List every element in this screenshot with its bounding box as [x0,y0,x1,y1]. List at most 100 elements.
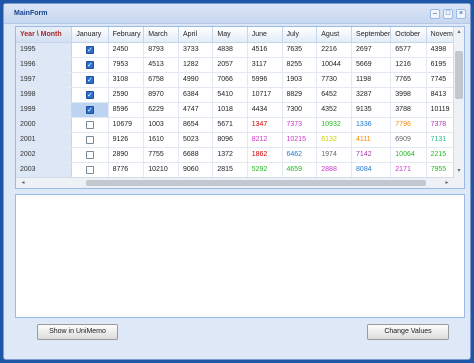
vertical-scroll-thumb[interactable] [455,51,463,99]
january-checkbox-cell[interactable]: ✓ [71,42,109,58]
table-row[interactable]: 1995 ✓ 2450 8793 3733 4838 4516 7635 2216 2697 657… [16,42,464,58]
grid-cell[interactable]: 7796 [390,117,427,133]
column-header[interactable]: June [247,27,283,43]
grid-cell[interactable]: 6758 [143,72,180,88]
grid-cell[interactable]: 8255 [282,57,318,73]
table-row[interactable]: 2000 10679 1003 8654 5671 1347 7373 10932 1336 77… [16,117,464,133]
unchecked-checkbox[interactable] [85,165,94,174]
unchecked-checkbox[interactable] [85,150,94,159]
grid-cell[interactable]: 1862 [247,147,283,163]
grid-cell[interactable]: 5023 [178,132,214,148]
horizontal-scroll-thumb[interactable] [86,180,426,186]
checked-checkbox[interactable]: ✓ [85,105,94,114]
grid-cell[interactable]: 1336 [351,117,392,133]
grid-cell[interactable]: 6452 [316,87,353,103]
grid-cell[interactable]: 1018 [212,102,248,118]
show-in-unimemo-button[interactable]: Show in UniMemo [37,324,118,340]
grid-cell[interactable]: 4747 [178,102,214,118]
row-year-header[interactable]: 1996 [16,57,73,73]
table-row[interactable]: 2002 2890 7755 6688 1372 1862 6462 1974 7142 1006… [16,147,464,163]
grid-cell[interactable]: 7765 [390,72,427,88]
grid-cell[interactable]: 1003 [143,117,180,133]
column-header[interactable]: Agust [316,27,353,43]
january-checkbox-cell[interactable]: ✓ [71,57,109,73]
grid-cell[interactable]: 10932 [316,117,353,133]
grid-cell[interactable]: 8096 [212,132,248,148]
grid-cell[interactable]: 10717 [247,87,283,103]
scroll-right-arrow-icon[interactable]: ▸ [442,178,452,188]
january-checkbox-cell[interactable] [71,117,109,133]
grid-cell[interactable]: 2450 [108,42,145,58]
grid-cell[interactable]: 1903 [282,72,318,88]
close-button[interactable]: × [456,9,466,19]
january-checkbox-cell[interactable]: ✓ [71,72,109,88]
row-year-header[interactable]: 2003 [16,162,73,178]
checked-checkbox[interactable]: ✓ [85,75,94,84]
unchecked-checkbox[interactable] [85,120,94,129]
scroll-left-arrow-icon[interactable]: ◂ [18,178,28,188]
grid-cell[interactable]: 8084 [351,162,392,178]
grid-cell[interactable]: 4513 [143,57,180,73]
grid-cell[interactable]: 2890 [108,147,145,163]
scroll-up-arrow-icon[interactable]: ▴ [454,27,464,38]
grid-cell[interactable]: 4516 [247,42,283,58]
row-year-header[interactable]: 2001 [16,132,73,148]
grid-cell[interactable]: 6132 [316,132,353,148]
vertical-scrollbar[interactable]: ▴ ▾ [453,27,464,188]
grid-cell[interactable]: 7373 [282,117,318,133]
grid-cell[interactable]: 7730 [316,72,353,88]
grid-cell[interactable]: 4838 [212,42,248,58]
grid-cell[interactable]: 8776 [108,162,145,178]
grid-cell[interactable]: 5669 [351,57,392,73]
grid-cell[interactable]: 4990 [178,72,214,88]
grid-cell[interactable]: 10044 [316,57,353,73]
january-checkbox-cell[interactable] [71,132,109,148]
grid-cell[interactable]: 2888 [316,162,353,178]
unchecked-checkbox[interactable] [85,135,94,144]
grid-cell[interactable]: 6909 [390,132,427,148]
row-year-header[interactable]: 1998 [16,87,73,103]
grid-cell[interactable]: 8970 [143,87,180,103]
maximize-button[interactable]: □ [443,9,453,19]
grid-cell[interactable]: 6462 [282,147,318,163]
grid-cell[interactable]: 1347 [247,117,283,133]
grid-cell[interactable]: 8654 [178,117,214,133]
table-row[interactable]: 1998 ✓ 2590 8970 6384 5410 10717 8829 6452 3287 39… [16,87,464,103]
grid-cell[interactable]: 2815 [212,162,248,178]
grid-cell[interactable]: 5996 [247,72,283,88]
table-row[interactable]: 1999 ✓ 8596 6229 4747 1018 4434 7300 4352 9135 378… [16,102,464,118]
grid-cell[interactable]: 2590 [108,87,145,103]
grid-cell[interactable]: 9060 [178,162,214,178]
grid-cell[interactable]: 5292 [247,162,283,178]
grid-cell[interactable]: 7300 [282,102,318,118]
column-header[interactable]: February [108,27,145,43]
grid-cell[interactable]: 7755 [143,147,180,163]
grid-cell[interactable]: 2171 [390,162,427,178]
change-values-button[interactable]: Change Values [367,324,449,340]
grid-cell[interactable]: 4659 [282,162,318,178]
grid-cell[interactable]: 9135 [351,102,392,118]
grid-cell[interactable]: 5410 [212,87,248,103]
grid-cell[interactable]: 6229 [143,102,180,118]
grid-cell[interactable]: 10679 [108,117,145,133]
grid-cell[interactable]: 10064 [390,147,427,163]
grid-cell[interactable]: 8596 [108,102,145,118]
grid-cell[interactable]: 3287 [351,87,392,103]
grid-cell[interactable]: 4352 [316,102,353,118]
grid-cell[interactable]: 10210 [143,162,180,178]
table-row[interactable]: 1996 ✓ 7953 4513 1282 2057 3117 8255 10044 5669 12… [16,57,464,73]
year-month-grid[interactable]: Year \ Month January February March April Ma… [15,26,465,189]
grid-cell[interactable]: 1282 [178,57,214,73]
grid-cell[interactable]: 3788 [390,102,427,118]
column-header[interactable]: March [143,27,180,43]
january-checkbox-cell[interactable] [71,162,109,178]
grid-cell[interactable]: 5671 [212,117,248,133]
scroll-down-arrow-icon[interactable]: ▾ [454,166,464,177]
grid-cell[interactable]: 8829 [282,87,318,103]
column-header[interactable]: September [351,27,392,43]
grid-cell[interactable]: 3733 [178,42,214,58]
grid-cell[interactable]: 8793 [143,42,180,58]
table-row[interactable]: 2003 8776 10210 9060 2815 5292 4659 2888 8084 217… [16,162,464,178]
column-header[interactable]: January [71,27,109,43]
january-checkbox-cell[interactable] [71,147,109,163]
